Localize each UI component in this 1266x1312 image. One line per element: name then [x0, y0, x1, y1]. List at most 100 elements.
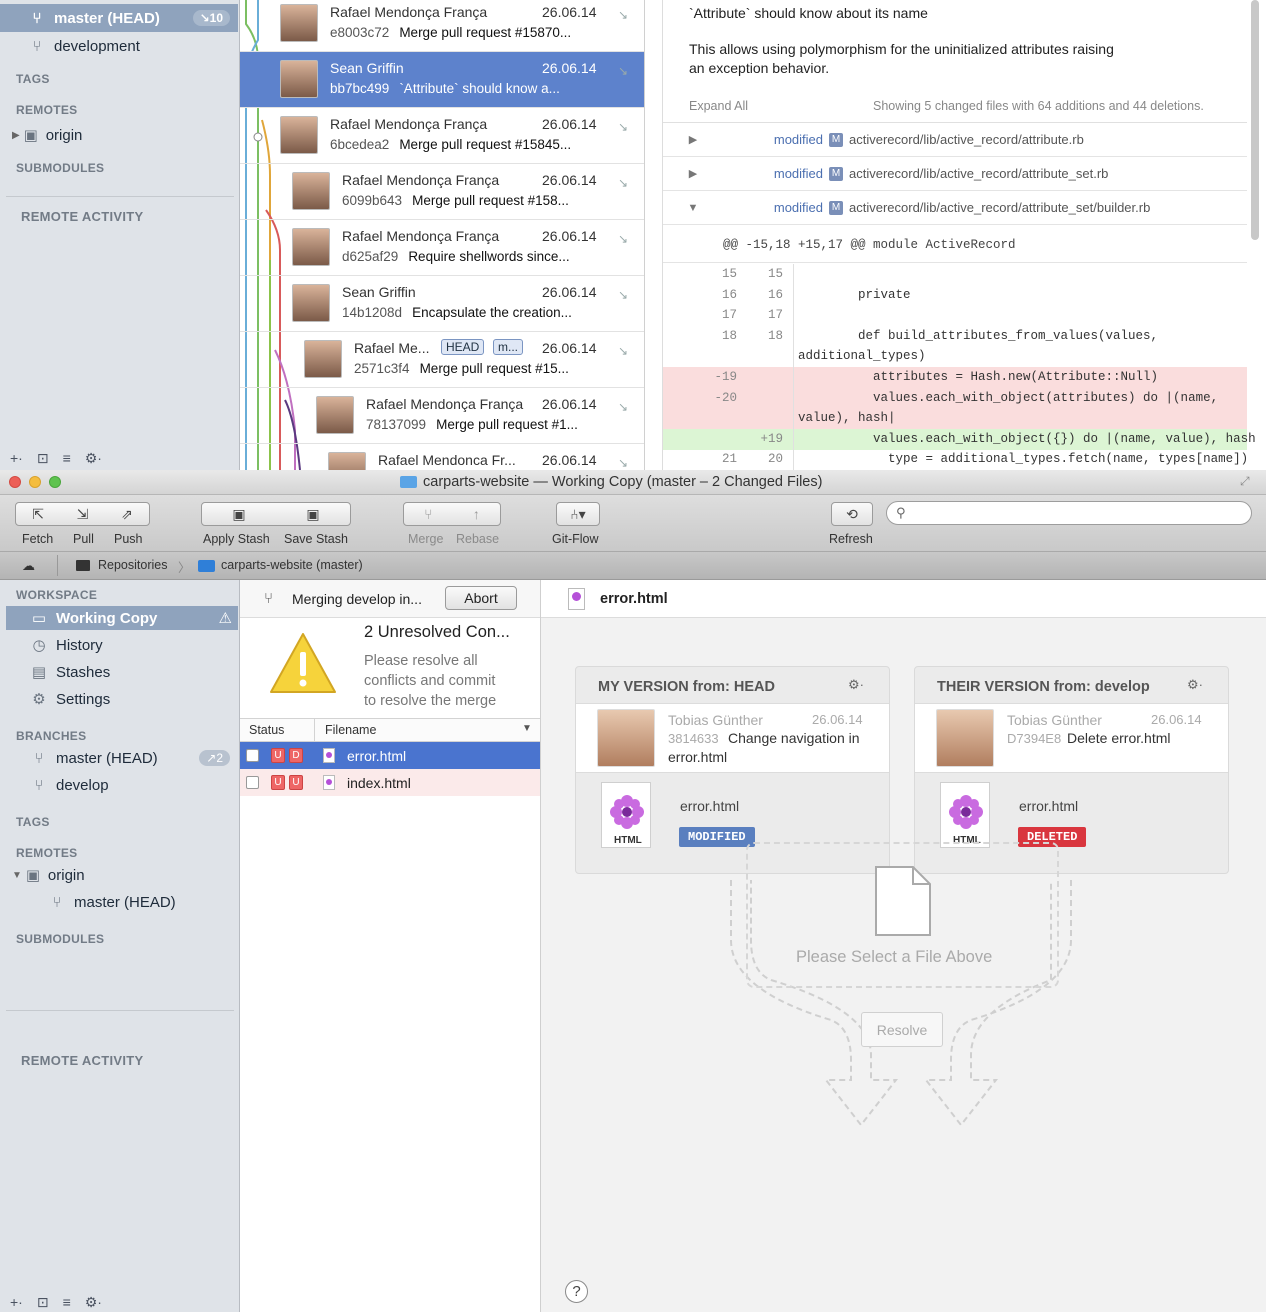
pull-label: Pull [73, 532, 94, 546]
sidebar-remote-origin[interactable]: ▶ ▣ origin [0, 122, 238, 148]
disclosure-icon[interactable]: ▶ [12, 130, 20, 141]
search-icon: ⚲ [896, 505, 906, 520]
disclosure-open-icon[interactable]: ▼ [12, 870, 22, 881]
apply-stash-icon[interactable]: ▣ [232, 506, 245, 523]
resolve-button[interactable]: Resolve [861, 1012, 943, 1047]
refresh-button[interactable]: ⟲ [831, 502, 873, 526]
result-drop-zone[interactable]: Please Select a File Above [746, 842, 1059, 988]
merge-icon[interactable]: ⑂ [424, 506, 432, 522]
file-path: activerecord/lib/active_record/attribute… [849, 200, 1151, 215]
inbox-icon[interactable]: ⊡ [37, 450, 49, 467]
sidebar-branch-develop[interactable]: ⑂ develop [0, 772, 238, 798]
commit-author: Sean Griffin [342, 284, 416, 300]
sidebar-footer: +· ⊡ ≡ ⚙· [10, 450, 102, 467]
sidebar-item-stashes[interactable]: ▤ Stashes [0, 659, 238, 685]
merge-status-bar: ⑂ Merging develop in... Abort [240, 580, 540, 618]
commit-author: Sean Griffin [330, 60, 404, 76]
avatar [597, 709, 655, 767]
filename-column-header[interactable]: Filename [325, 723, 376, 737]
avatar [304, 340, 342, 378]
changed-file-row[interactable]: ▶ modified Mactiverecord/lib/active_record… [663, 123, 1247, 157]
remotes-heading: REMOTES [16, 846, 78, 860]
commit-row[interactable]: Sean Griffin 26.06.14 bb7bc499 `Attribute` … [240, 52, 644, 108]
disclosure-icon[interactable]: ▶ [663, 167, 723, 180]
gear-icon[interactable]: ⚙· [85, 450, 102, 467]
commit-author: Rafael Mendonça França [342, 172, 500, 188]
commit-row[interactable]: Rafael Mendonça França 26.06.14 6bcedea2 Me… [240, 108, 644, 164]
close-button[interactable] [9, 476, 21, 488]
changed-file-row[interactable]: ▶ modified Mactiverecord/lib/active_record… [663, 157, 1247, 191]
sidebar-item-working-copy[interactable]: ▭ Working Copy ⚠ [6, 606, 238, 630]
commit-row[interactable]: Rafael Mendonça França 26.06.14 78137099 Me… [240, 388, 644, 444]
rebase-label: Rebase [456, 532, 500, 546]
commit-hash: d625af29 [342, 249, 399, 264]
code-text: additional_types) [798, 349, 926, 364]
pull-icon[interactable]: ⇲ [77, 506, 89, 523]
gear-icon[interactable]: ⚙· [1187, 677, 1203, 693]
sidebar-item-settings[interactable]: ⚙ Settings [0, 686, 238, 712]
abort-button[interactable]: Abort [445, 586, 517, 610]
file-status: modified [773, 166, 823, 181]
changed-file-row[interactable]: ▼ modified Mactiverecord/lib/active_record… [663, 191, 1247, 225]
zoom-button[interactable] [49, 476, 61, 488]
minimize-button[interactable] [29, 476, 41, 488]
new-line-number: 17 [767, 308, 783, 323]
save-stash-icon[interactable]: ▣ [306, 506, 319, 523]
search-field[interactable]: ⚲ [886, 501, 1252, 525]
gutter-divider [793, 264, 794, 470]
expand-all-link[interactable]: Expand All [689, 99, 748, 113]
add-icon[interactable]: +· [10, 450, 23, 467]
code-text: value), hash| [798, 411, 896, 426]
search-input[interactable] [913, 505, 1243, 520]
commit-row[interactable]: Rafael Mendonça França 26.06.14 d625af29 Re… [240, 220, 644, 276]
breadcrumb-repo[interactable]: carparts-website (master) [221, 558, 363, 572]
sidebar-remote-branch-master[interactable]: ⑂ master (HEAD) [0, 889, 238, 915]
list-icon[interactable]: ≡ [63, 450, 71, 467]
commit-row[interactable]: Rafael Mendonça França 26.06.14 6099b643 Me… [240, 164, 644, 220]
list-icon[interactable]: ≡ [63, 1294, 71, 1311]
checkbox[interactable] [246, 776, 259, 789]
avatar [292, 172, 330, 210]
avatar [936, 709, 994, 767]
apply-stash-label: Apply Stash [203, 532, 270, 546]
commit-row[interactable]: Rafael Mendonca Fr... 26.06.14 ↘ [240, 444, 644, 470]
code-text: type = additional_types.fetch(name, type… [798, 452, 1249, 467]
scrollbar[interactable] [1251, 0, 1259, 240]
ahead-behind-badge: ↘10 [192, 10, 230, 26]
commit-hash-line: 14b1208d Encapsulate the creation... [342, 305, 572, 320]
avatar [280, 4, 318, 42]
inbox-icon[interactable]: ⊡ [37, 1294, 49, 1311]
sidebar-item-history[interactable]: ◷ History [0, 632, 238, 658]
push-icon[interactable]: ⇗ [121, 506, 133, 523]
disclosure-icon[interactable]: ▼ [663, 202, 723, 214]
sidebar-branch-development[interactable]: ⑂ development [0, 33, 238, 59]
sidebar-branch-master[interactable]: ⑂ master (HEAD) ↗2 [0, 745, 238, 771]
modified-icon: M [829, 132, 843, 147]
conflict-file-row[interactable]: U Uindex.html [240, 769, 540, 796]
fetch-icon[interactable]: ⇱ [32, 506, 44, 523]
sidebar-remote-origin[interactable]: ▼ ▣ origin [0, 862, 238, 888]
gitflow-icon: ⑃▾ [570, 505, 586, 522]
commit-row[interactable]: Rafael Mendonça França 26.06.14 e8003c72 Me… [240, 0, 644, 52]
sort-arrow-icon[interactable]: ▼ [522, 723, 532, 734]
help-button[interactable]: ? [565, 1280, 588, 1303]
cloud-icon[interactable]: ☁ [22, 558, 35, 574]
flower-icon [610, 795, 644, 829]
gear-icon[interactable]: ⚙· [848, 677, 864, 693]
gear-icon[interactable]: ⚙· [85, 1294, 102, 1311]
breadcrumb-repositories[interactable]: Repositories [98, 558, 167, 572]
disclosure-icon[interactable]: ▶ [663, 133, 723, 146]
add-icon[interactable]: +· [10, 1294, 23, 1311]
commit-row[interactable]: Rafael Me... HEAD m... 26.06.14 2571c3f4 Merg… [240, 332, 644, 388]
sidebar-branch-master[interactable]: ⑂ master (HEAD) ↘10 [0, 4, 238, 32]
checkbox[interactable] [246, 749, 259, 762]
commit-author: Rafael Mendonça França [330, 116, 488, 132]
gitflow-button[interactable]: ⑃▾ [556, 502, 600, 526]
arrow-icon: ↘ [618, 288, 629, 302]
file-status: modified [773, 200, 823, 215]
status-column-header[interactable]: Status [249, 723, 284, 737]
commit-row[interactable]: Sean Griffin 26.06.14 14b1208d Encapsulate … [240, 276, 644, 332]
conflict-file-row[interactable]: U Derror.html [240, 742, 540, 769]
fullscreen-icon[interactable]: ⤢ [1240, 474, 1250, 489]
rebase-icon[interactable]: ↑ [473, 506, 480, 522]
